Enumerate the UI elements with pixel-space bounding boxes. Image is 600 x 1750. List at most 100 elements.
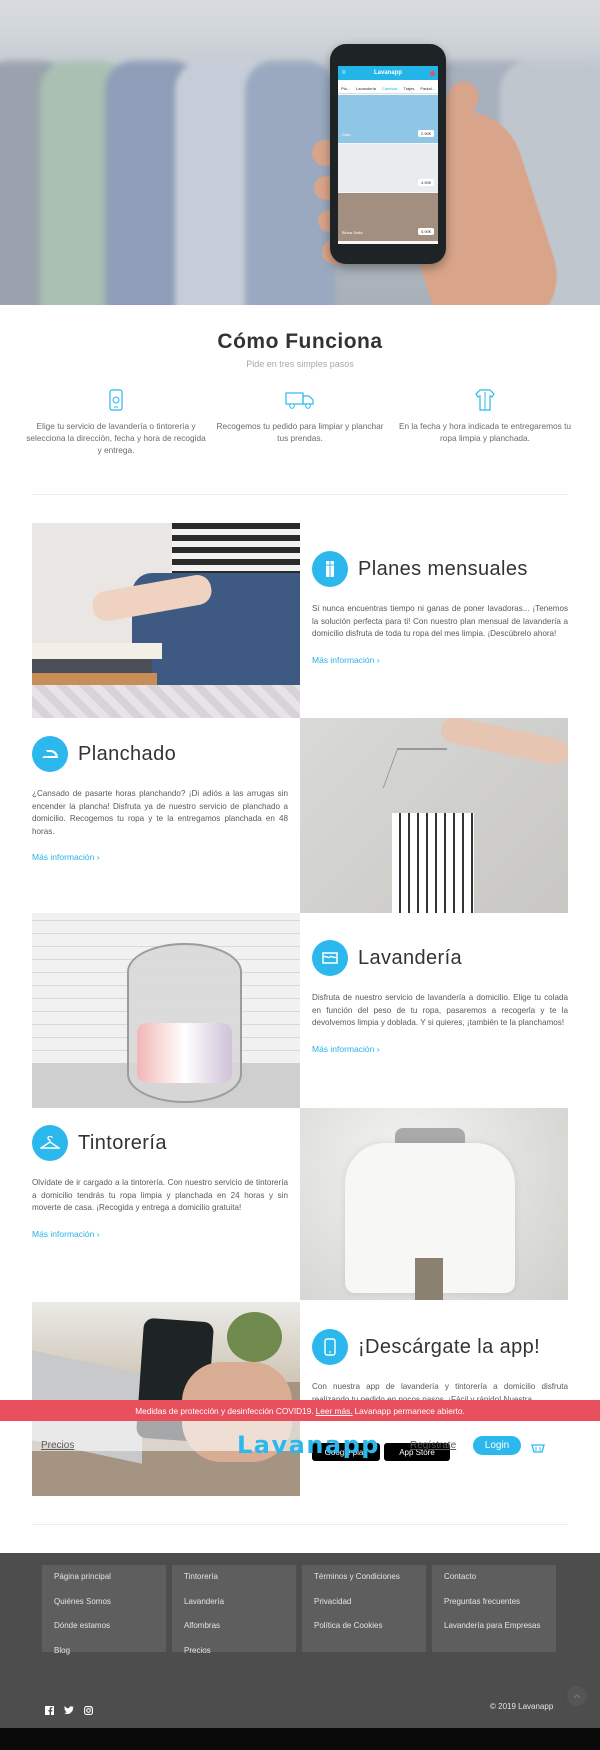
feature-planes: Planes mensuales Si nunca encuentras tie…: [312, 551, 568, 668]
steamer-base: [415, 1258, 443, 1300]
feature-title: Planchado: [78, 742, 177, 765]
feature-heading: ¡Descárgate la app!: [312, 1329, 568, 1365]
page-bottom-bar: [0, 1728, 600, 1750]
water-icon: [312, 940, 348, 976]
footer-column: Términos y Condiciones Privacidad Políti…: [302, 1565, 426, 1652]
app-card-price: 4.50€: [417, 179, 434, 186]
app-product-card: Cam... 2.90€: [338, 95, 438, 143]
footer-link[interactable]: Privacidad: [314, 1590, 426, 1615]
hanger: [382, 748, 448, 788]
page: ≡ Lavanapp Pla... Lavandería Camisas Tra…: [0, 0, 600, 1750]
login-button[interactable]: Login: [473, 1436, 521, 1455]
social-links: [45, 1702, 93, 1720]
footer-link[interactable]: Lavandería para Empresas: [444, 1614, 556, 1639]
folded-shirt: [32, 643, 162, 659]
footer-link[interactable]: Alfombras: [184, 1614, 296, 1639]
more-info-link[interactable]: Más información ›: [312, 655, 380, 665]
clothes-in-basket: [137, 1023, 232, 1083]
footer-link[interactable]: Quiénes Somos: [54, 1590, 166, 1615]
divider: [32, 1524, 568, 1525]
covid-banner: Medidas de protección y desinfección COV…: [0, 1400, 600, 1421]
footer-link[interactable]: Contacto: [444, 1565, 556, 1590]
more-info-link[interactable]: Más información ›: [312, 1044, 380, 1054]
smartphone-icon: [312, 1329, 348, 1365]
nav-registrate-link[interactable]: Regístrate: [410, 1440, 456, 1451]
covid-text: Medidas de protección y desinfección COV…: [135, 1405, 314, 1416]
app-logo: Lavanapp: [373, 70, 402, 76]
back-to-top-button[interactable]: [567, 1686, 587, 1706]
divider: [32, 494, 568, 495]
hero-fade: [0, 0, 600, 70]
twitter-icon[interactable]: [64, 1702, 74, 1720]
step-1: Elige tu servicio de lavandería o tintor…: [26, 388, 206, 456]
feature-lavanderia: Lavandería Disfruta de nuestro servicio …: [312, 940, 568, 1057]
feature-heading: Planes mensuales: [312, 551, 568, 587]
footer-link[interactable]: Lavandería: [184, 1590, 296, 1615]
lavanapp-logo[interactable]: Lavanapp: [237, 1431, 380, 1459]
iron-icon: [32, 736, 68, 772]
feature-title: Planes mensuales: [358, 557, 528, 580]
app-card-label: Cam...: [342, 132, 354, 137]
covid-read-more-link[interactable]: Leer más.: [316, 1406, 353, 1416]
footer-link[interactable]: Términos y Condiciones: [314, 1565, 426, 1590]
feature-planchado: Planchado ¿Cansado de pasarte horas plan…: [32, 736, 288, 865]
step-3: En la fecha y hora indicada te entregare…: [395, 388, 575, 444]
app-card-price: 5.90€: [417, 228, 434, 235]
step-text: Elige tu servicio de lavandería o tintor…: [26, 421, 206, 455]
truck-icon: [210, 388, 390, 412]
folded-shirt: [32, 673, 157, 685]
app-tab: Lavandería: [356, 86, 377, 91]
footer-link[interactable]: Dónde estamos: [54, 1614, 166, 1639]
footer-link[interactable]: Tintorería: [184, 1565, 296, 1590]
menu-icon: ≡: [342, 70, 346, 76]
hanging-shirt-image: [300, 718, 568, 913]
shirt-icon: [395, 388, 575, 412]
copyright: © 2019 Lavanapp: [490, 1702, 554, 1711]
feature-title: Tintorería: [78, 1131, 167, 1154]
app-card-label: Blusa Seda: [342, 230, 363, 235]
app-product-card: 4.50€: [338, 144, 438, 192]
arm: [438, 718, 568, 768]
footer-link[interactable]: Preguntas frecuentes: [444, 1590, 556, 1615]
app-tabs: Pla... Lavandería Camisas Trajes Pantal.…: [338, 80, 438, 94]
feature-description: Si nunca encuentras tiempo ni ganas de p…: [312, 604, 568, 638]
feature-description: ¿Cansado de pasarte horas planchando? ¡D…: [32, 789, 288, 836]
feature-heading: Planchado: [32, 736, 288, 772]
more-info-link[interactable]: Más información ›: [32, 1229, 100, 1239]
feature-title: ¡Descárgate la app!: [358, 1335, 541, 1358]
instagram-icon[interactable]: [84, 1702, 93, 1720]
phone-mockup: ≡ Lavanapp Pla... Lavandería Camisas Tra…: [330, 44, 446, 264]
footer-link[interactable]: Blog: [54, 1639, 166, 1664]
rug: [32, 685, 300, 718]
footer-link[interactable]: Precios: [184, 1639, 296, 1664]
step-text: Recogemos tu pedido para limpiar y planc…: [216, 421, 384, 443]
clothes-folding-image: [32, 523, 300, 718]
basket-icon[interactable]: [531, 1440, 545, 1458]
section-subtitle: Pide en tres simples pasos: [246, 359, 354, 369]
phone-icon: [26, 388, 206, 412]
step-2: Recogemos tu pedido para limpiar y planc…: [210, 388, 390, 444]
pin-icon: [312, 551, 348, 587]
more-info-link[interactable]: Más información ›: [32, 852, 100, 862]
facebook-icon[interactable]: [45, 1702, 54, 1720]
app-product-card: Blusa Seda 5.90€: [338, 193, 438, 241]
footer-link[interactable]: Página principal: [54, 1565, 166, 1590]
feature-title: Lavandería: [358, 946, 463, 969]
app-header: ≡ Lavanapp: [338, 66, 438, 80]
striped-shirt: [392, 813, 474, 913]
step-text: En la fecha y hora indicada te entregare…: [398, 421, 572, 443]
feature-heading: Tintorería: [32, 1125, 288, 1161]
covid-tail: Lavanapp permanece abierto.: [354, 1405, 465, 1416]
app-card-price: 2.90€: [417, 130, 434, 137]
hanger-icon: [32, 1125, 68, 1161]
app-in-hand-image: [32, 1302, 300, 1496]
feature-app: ¡Descárgate la app! Con nuestra app de l…: [312, 1329, 568, 1406]
app-tab: Pla...: [340, 86, 351, 91]
plant: [227, 1312, 282, 1362]
feature-description: Disfruta de nuestro servicio de lavander…: [312, 993, 568, 1027]
cart-badge-icon: [430, 70, 435, 76]
hero-banner: ≡ Lavanapp Pla... Lavandería Camisas Tra…: [0, 0, 600, 305]
nav-precios-link[interactable]: Precios: [41, 1440, 74, 1451]
section-title: Cómo Funciona: [217, 330, 383, 353]
footer-link[interactable]: Política de Cookies: [314, 1614, 426, 1639]
